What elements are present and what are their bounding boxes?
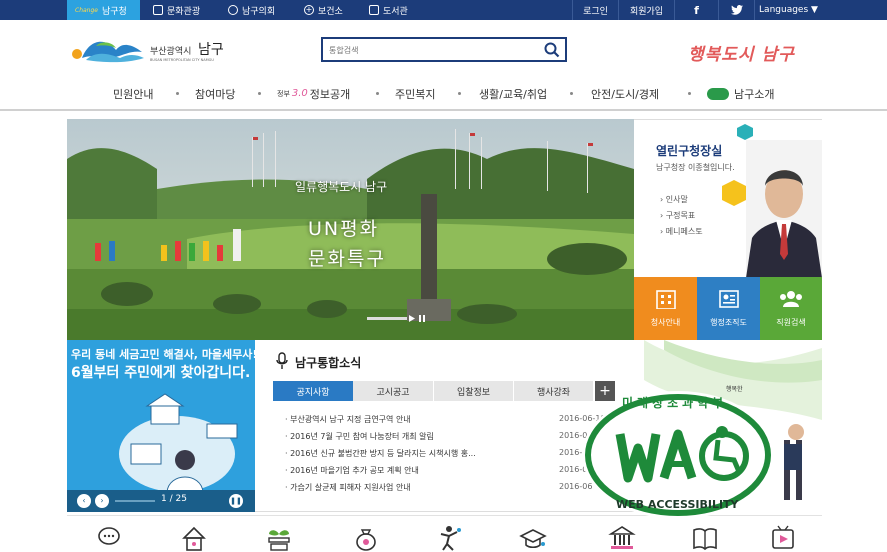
- wa-top-label: 미래창조과학부: [622, 396, 728, 410]
- namgu-logo[interactable]: 부산광역시 남구 BUSAN METROPOLITAN CITY NAMGU: [72, 32, 232, 68]
- search-button[interactable]: [543, 41, 561, 59]
- nav-item-about[interactable]: 남구소개: [707, 78, 774, 109]
- hero-caption-3: 문화특구: [308, 248, 386, 270]
- banner-pause-button[interactable]: ❚❚: [229, 494, 243, 508]
- nav-item-safety[interactable]: 안전/도시/경제: [591, 78, 659, 109]
- wa-bottom-label: WEB ACCESSIBILITY: [616, 498, 739, 511]
- nav-separator: [570, 92, 573, 95]
- mayor-office: 열린구청장실 남구청장 이종철입니다. › 인사말 › 구정목표 › 메니페스토: [634, 119, 822, 278]
- topbar-item-namgu[interactable]: Change 남구청: [67, 0, 140, 20]
- house-icon[interactable]: [180, 524, 208, 552]
- person-icon[interactable]: [435, 524, 463, 552]
- banner-progress: [115, 500, 155, 502]
- signup-link[interactable]: 회원가입: [618, 0, 674, 20]
- banner-controls: ‹ › 1 / 25 ❚❚: [67, 490, 255, 512]
- banner-page: 1 / 25: [161, 494, 187, 504]
- graduation-cap-icon[interactable]: [519, 524, 547, 552]
- quick-org-chart[interactable]: 행정조직도: [697, 277, 760, 340]
- hero-caption-2: UN평화: [308, 218, 380, 240]
- mayor-link-greeting[interactable]: › 인사말: [660, 194, 688, 205]
- media-icon[interactable]: [769, 524, 797, 552]
- twitter-icon[interactable]: [718, 0, 754, 20]
- search-input[interactable]: [329, 42, 529, 58]
- login-link[interactable]: 로그인: [572, 0, 618, 20]
- nav-separator: [458, 92, 461, 95]
- nav-item-welfare[interactable]: 주민복지: [395, 78, 435, 109]
- gov30-badge: 3.0: [291, 88, 308, 99]
- promo-banner[interactable]: 우리 동네 세금고민 해결사, 마을세무사! 6월부터 주민에게 찾아갑니다. …: [67, 340, 255, 512]
- nav-separator: [176, 92, 179, 95]
- banner-line-1: 우리 동네 세금고민 해결사, 마을세무사!: [71, 348, 255, 361]
- facebook-icon[interactable]: f: [674, 0, 718, 20]
- nav-separator: [258, 92, 261, 95]
- book-icon[interactable]: [691, 524, 719, 552]
- mayor-title: 열린구청장실: [656, 144, 723, 158]
- topbar-item-council[interactable]: 남구의회: [228, 0, 288, 20]
- banner-prev-button[interactable]: ‹: [77, 494, 91, 508]
- banner-illustration: [119, 393, 238, 493]
- org-chart-icon: [718, 290, 739, 308]
- quick-building-guide[interactable]: 청사안내: [634, 277, 697, 340]
- tab-notice[interactable]: 공지사항: [273, 381, 353, 401]
- topbar-item-health[interactable]: + 보건소: [304, 0, 354, 20]
- change-logo-icon: [707, 87, 729, 100]
- nav-item-life[interactable]: 생활/교육/취업: [479, 78, 547, 109]
- nav-item-participation[interactable]: 참여마당: [195, 78, 235, 109]
- chat-icon[interactable]: [97, 524, 125, 552]
- nav-item-info[interactable]: 정부 3.0 정보공개: [277, 78, 350, 109]
- top-bar: Change 남구청 문화관광 남구의회 + 보건소 도서관 로그인 회원가입 …: [0, 0, 887, 20]
- namgu-logo-icon: Change: [75, 6, 98, 14]
- bank-icon[interactable]: [608, 524, 636, 552]
- web-accessibility-mark: 미래창조과학부 WEB ACCESSIBILITY: [578, 388, 778, 522]
- money-bag-icon[interactable]: [352, 524, 380, 552]
- people-icon: [780, 291, 802, 307]
- search-icon: [544, 42, 560, 58]
- slogan-logo: 행복도시 남구: [688, 45, 795, 65]
- health-icon: +: [304, 5, 314, 15]
- banner-line-2: 6월부터 주민에게 찾아갑니다.: [71, 365, 251, 381]
- microphone-icon: [276, 352, 288, 369]
- nav-separator: [376, 92, 379, 95]
- topbar-item-library[interactable]: 도서관: [369, 0, 419, 20]
- culture-icon: [153, 5, 163, 15]
- languages-menu[interactable]: Languages ▼: [754, 0, 822, 20]
- tab-bid[interactable]: 입찰정보: [433, 381, 513, 401]
- sprout-icon[interactable]: [265, 524, 293, 552]
- mayor-link-manifesto[interactable]: › 메니페스토: [660, 226, 703, 237]
- mayor-subtitle: 남구청장 이종철입니다.: [656, 163, 735, 172]
- nav-item-civil[interactable]: 민원안내: [113, 78, 153, 109]
- header: 부산광역시 남구 BUSAN METROPOLITAN CITY NAMGU 행…: [0, 20, 887, 78]
- quick-staff-search[interactable]: 직원검색: [760, 277, 822, 340]
- council-icon: [228, 5, 238, 15]
- tab-announcement[interactable]: 고시공고: [353, 381, 433, 401]
- nav-separator: [688, 92, 691, 95]
- building-icon: [655, 290, 676, 309]
- wave-logo-icon: [72, 41, 144, 63]
- main-nav: 민원안내 참여마당 정부 3.0 정보공개 주민복지 생활/교육/취업 안전/도…: [0, 78, 887, 111]
- hero-caption-1: 일류행복도시 남구: [295, 180, 388, 194]
- news-title: 남구통합소식: [295, 356, 362, 370]
- topbar-item-culture[interactable]: 문화관광: [153, 0, 213, 20]
- library-icon: [369, 5, 379, 15]
- banner-next-button[interactable]: ›: [95, 494, 109, 508]
- search-box: [321, 37, 567, 62]
- mayor-link-goals[interactable]: › 구정목표: [660, 210, 695, 221]
